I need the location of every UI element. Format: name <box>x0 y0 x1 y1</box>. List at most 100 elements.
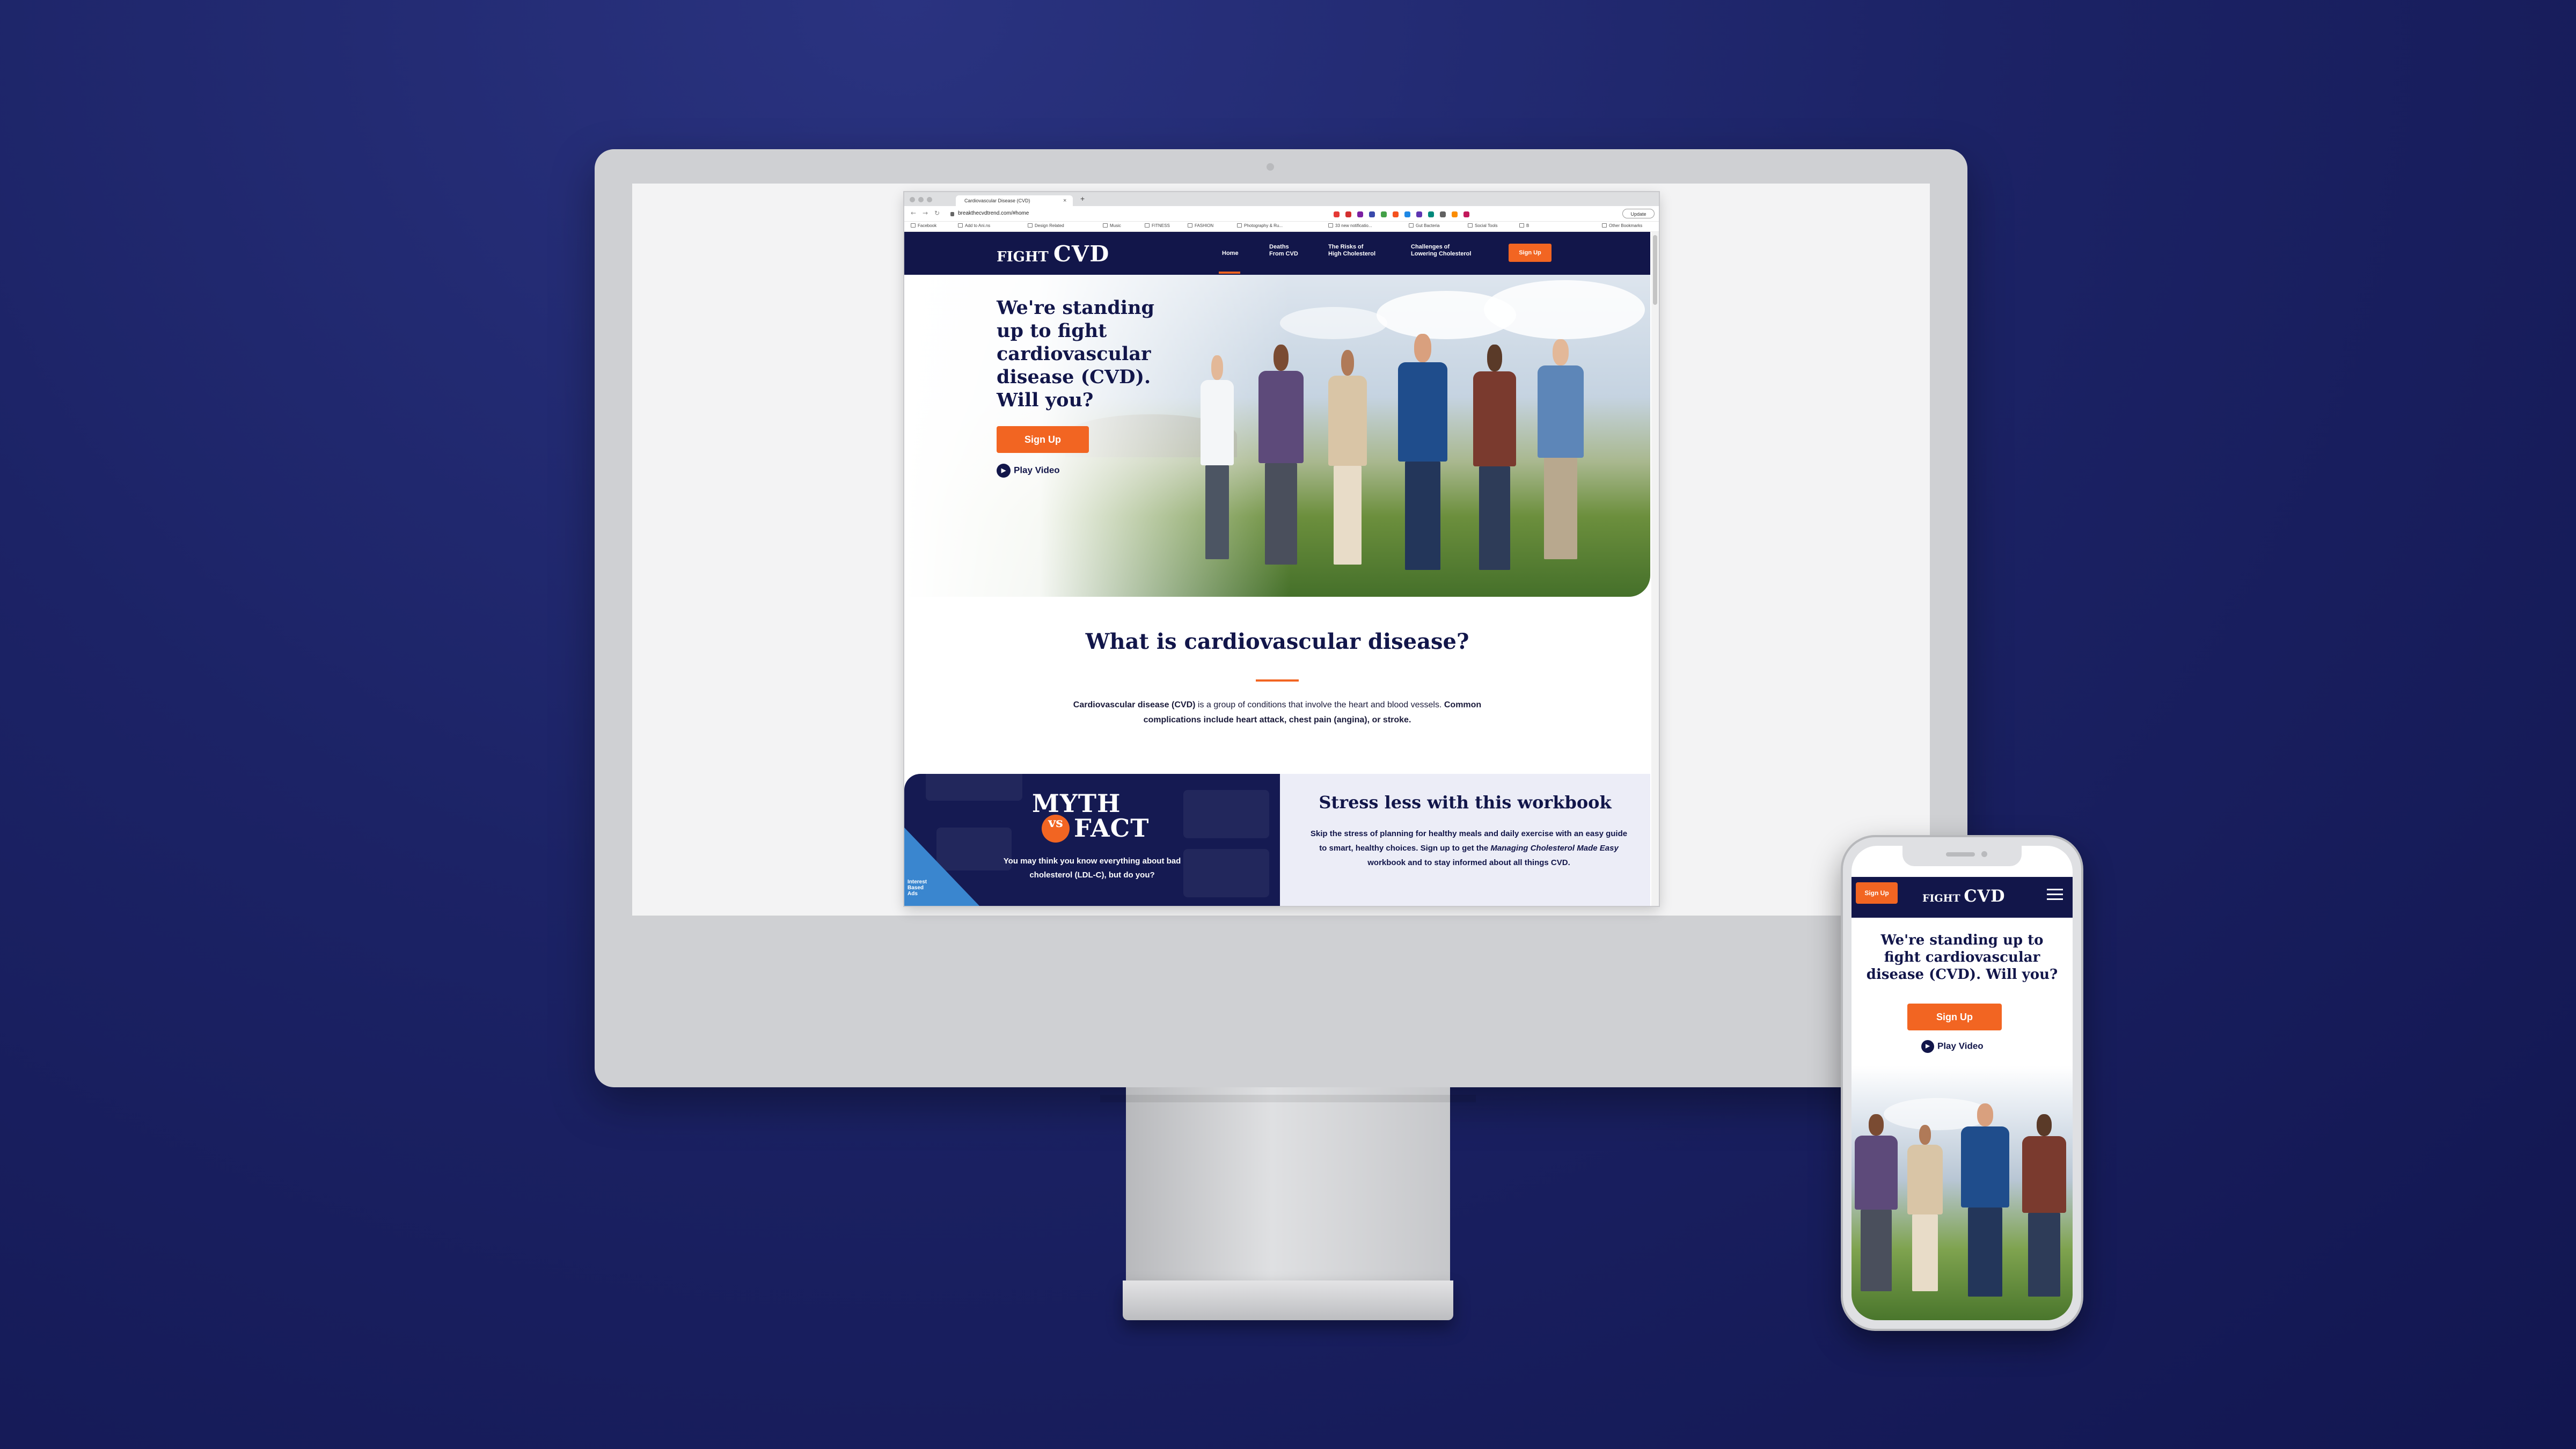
fact-word: FACT <box>1074 814 1150 843</box>
person-head <box>1869 1114 1884 1136</box>
play-icon: ▶ <box>1921 1040 1934 1053</box>
bookmark-label: Add to Ani.ns <box>965 223 991 228</box>
extension-icon[interactable] <box>1428 211 1434 217</box>
extension-icon[interactable] <box>1357 211 1363 217</box>
folder-icon <box>1188 223 1192 228</box>
person-torso <box>1855 1135 1898 1210</box>
tab-close-icon[interactable]: × <box>1063 195 1066 206</box>
stand-shadow <box>1100 1095 1476 1102</box>
extension-icon[interactable] <box>1334 211 1340 217</box>
mobile-hero-title: We're standing up to fight cardiovascula… <box>1866 932 2058 983</box>
bookmark-item[interactable]: Social Tools <box>1468 223 1498 228</box>
logo-cvd: CVD <box>1053 240 1110 267</box>
corner-ribbon-text: Interest Based Ads <box>908 879 927 897</box>
bookmark-item[interactable]: FASHION <box>1188 223 1213 228</box>
bookmark-item[interactable]: 33 new notificatio... <box>1328 223 1372 228</box>
back-icon[interactable]: ← <box>911 209 916 217</box>
extension-icon[interactable] <box>1404 211 1410 217</box>
myth-vs-fact-card[interactable]: MYTH vs FACT You may think you know ever… <box>904 774 1280 906</box>
extension-icon[interactable] <box>1345 211 1351 217</box>
bookmark-item[interactable]: B <box>1519 223 1529 228</box>
nav-risks-line2: High Cholesterol <box>1328 251 1376 257</box>
bookmark-item[interactable]: Design Related <box>1028 223 1064 228</box>
bookmark-item[interactable]: Music <box>1103 223 1121 228</box>
corner-line: Ads <box>908 891 918 897</box>
folder-icon <box>1145 223 1150 228</box>
card-pattern <box>1183 790 1269 838</box>
corner-line: Based <box>908 885 924 891</box>
extension-icon[interactable] <box>1381 211 1387 217</box>
nav-challenges-line2: Lowering Cholesterol <box>1411 251 1472 257</box>
mobile-header-signup-button[interactable]: Sign Up <box>1856 882 1898 904</box>
lock-icon <box>950 212 954 216</box>
bookmark-item[interactable]: Gut Bacteria <box>1409 223 1439 228</box>
bookmark-item[interactable]: Other Bookmarks <box>1602 223 1642 228</box>
browser-tab[interactable]: Cardiovascular Disease (CVD) <box>956 195 1073 206</box>
window-minimize-button[interactable] <box>918 197 924 202</box>
person-head <box>1273 345 1289 371</box>
window-close-button[interactable] <box>910 197 915 202</box>
workbook-title: Stress less with this workbook <box>1319 792 1612 813</box>
monitor-stand <box>1126 1087 1450 1291</box>
extension-icon[interactable] <box>1452 211 1458 217</box>
logo-fight: FIGHT <box>997 249 1049 265</box>
hamburger-menu-icon[interactable] <box>2047 888 2063 902</box>
mobile-logo[interactable]: FIGHT CVD <box>1922 887 2005 906</box>
hamburger-line <box>2047 894 2063 895</box>
bookmark-item[interactable]: Add to Ani.ns <box>958 223 990 228</box>
address-bar[interactable]: breakthecvdtrend.com/#home <box>958 209 1258 218</box>
extension-icon[interactable] <box>1440 211 1446 217</box>
forward-icon[interactable]: → <box>923 209 928 217</box>
folder-icon <box>1237 223 1242 228</box>
hamburger-line <box>2047 889 2063 890</box>
monitor-camera <box>1267 163 1274 171</box>
extension-icon[interactable] <box>1369 211 1375 217</box>
body-text: is a group of conditions that involve th… <box>1195 700 1444 709</box>
bookmark-label: Facebook <box>918 223 937 228</box>
window-maximize-button[interactable] <box>927 197 932 202</box>
nav-signup-button[interactable]: Sign Up <box>1509 244 1552 262</box>
site-logo[interactable]: FIGHT CVD <box>997 240 1109 267</box>
workbook-book-title: Managing Cholesterol Made Easy <box>1490 844 1619 853</box>
phone-speaker <box>1946 852 1975 857</box>
scrollbar[interactable] <box>1651 232 1659 906</box>
scrollbar-thumb[interactable] <box>1653 235 1657 305</box>
person-head <box>2037 1114 2052 1136</box>
cloud <box>1484 280 1645 339</box>
bookmark-item[interactable]: FITNESS <box>1145 223 1170 228</box>
workbook-text: workbook and to stay informed about all … <box>1367 858 1570 867</box>
logo-cvd: CVD <box>1964 887 2006 906</box>
hero-signup-button[interactable]: Sign Up <box>997 426 1089 453</box>
mobile-hero-signup-button[interactable]: Sign Up <box>1907 1004 2002 1030</box>
person-legs <box>1404 461 1441 570</box>
bookmark-item[interactable]: Facebook <box>911 223 936 228</box>
nav-home[interactable]: Home <box>1222 250 1239 257</box>
person-torso <box>2022 1136 2066 1213</box>
extension-icon[interactable] <box>1393 211 1399 217</box>
person-head <box>1211 355 1223 380</box>
update-button[interactable]: Update <box>1622 209 1655 218</box>
person-head <box>1919 1125 1931 1145</box>
nav-risks-high-cholesterol[interactable]: The Risks of High Cholesterol <box>1328 244 1375 258</box>
person-head <box>1341 350 1355 376</box>
nav-deaths-line2: From CVD <box>1269 251 1298 257</box>
cloud <box>1280 307 1387 339</box>
extension-icon[interactable] <box>1416 211 1422 217</box>
play-video-link[interactable]: ▶ Play Video <box>997 464 1060 478</box>
browser-window: Cardiovascular Disease (CVD) × + ← → ↻ b… <box>904 192 1659 906</box>
extension-icon[interactable] <box>1463 211 1469 217</box>
reload-icon[interactable]: ↻ <box>934 209 940 217</box>
play-video-label: Play Video <box>1937 1041 1984 1051</box>
bookmark-label: 33 new notificatio... <box>1335 223 1372 228</box>
person-torso <box>1961 1126 2009 1208</box>
new-tab-icon[interactable]: + <box>1080 194 1085 203</box>
person-legs <box>1912 1214 1938 1291</box>
bookmark-label: B <box>1526 223 1529 228</box>
mobile-play-video-link[interactable]: ▶ Play Video <box>1921 1040 1984 1053</box>
bookmark-item[interactable]: Photography & Ru... <box>1237 223 1283 228</box>
nav-deaths-from-cvd[interactable]: Deaths From CVD <box>1269 244 1298 258</box>
workbook-body: Skip the stress of planning for healthy … <box>1308 826 1630 870</box>
folder-icon <box>1028 223 1033 228</box>
nav-challenges-lowering-cholesterol[interactable]: Challenges of Lowering Cholesterol <box>1411 244 1471 258</box>
monitor-stand-base <box>1123 1280 1453 1320</box>
